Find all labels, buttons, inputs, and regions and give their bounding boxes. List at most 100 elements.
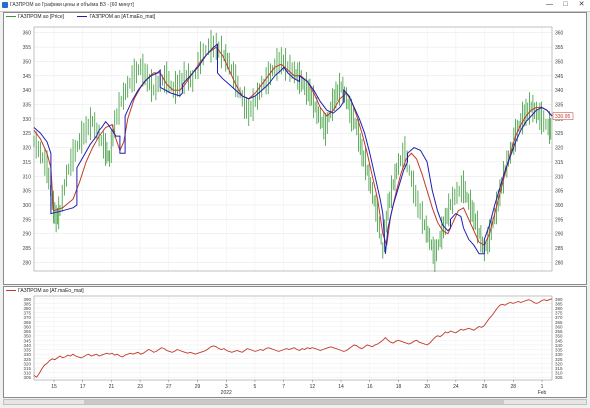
last-value-label: 330.95 <box>555 114 571 120</box>
y-tick-label-right: 300 <box>555 203 564 209</box>
y-tick-label-right: 345 <box>555 338 563 343</box>
y-tick-label-right: 375 <box>555 311 563 316</box>
x-year-label: 2022 <box>221 390 232 396</box>
y-tick-label-left: 355 <box>23 45 32 51</box>
y-tick-label-right: 325 <box>555 131 564 137</box>
y-tick-label-left: 280 <box>23 260 32 266</box>
x-tick-label: 5 <box>254 384 257 390</box>
x-tick-label: 26 <box>482 384 488 390</box>
x-tick-label: 20 <box>424 384 430 390</box>
y-tick-label-right: 350 <box>555 334 563 339</box>
y-tick-label-right: 390 <box>555 297 563 302</box>
close-button[interactable]: ✕ <box>574 0 589 10</box>
y-tick-label-left: 340 <box>23 343 31 348</box>
y-tick-label-left: 380 <box>23 306 31 311</box>
y-tick-label-right: 330 <box>555 352 563 357</box>
y-tick-label-right: 320 <box>555 361 563 366</box>
minimize-button[interactable]: — <box>542 0 557 10</box>
x-tick-label: 23 <box>137 384 143 390</box>
y-tick-label-right: 305 <box>555 189 564 195</box>
indicator-chart-panel[interactable]: ГАЗПРОМ ао [AT.maEo_mat] 305 305 310 310 315… <box>3 286 587 398</box>
y-tick-label-left: 305 <box>23 375 31 380</box>
y-tick-label-left: 320 <box>23 146 32 152</box>
y-tick-label-right: 335 <box>555 348 563 353</box>
horizontal-scrollbar[interactable] <box>3 399 587 405</box>
x-tick-label: 27 <box>166 384 172 390</box>
x-tick-label: 15 <box>51 384 57 390</box>
y-tick-label-left: 370 <box>23 315 31 320</box>
y-tick-label-left: 345 <box>23 338 31 343</box>
y-tick-label-right: 325 <box>555 357 563 362</box>
y-tick-label-left: 300 <box>23 203 32 209</box>
x-tick-label: 21 <box>109 384 115 390</box>
x-tick-label: 18 <box>396 384 402 390</box>
y-tick-label-right: 305 <box>555 375 563 380</box>
y-tick-label-left: 340 <box>23 88 32 94</box>
y-tick-label-left: 325 <box>23 357 31 362</box>
y-tick-label-right: 370 <box>555 315 563 320</box>
window-titlebar: ГАЗПРОМ ао Графики цены и объёма ВЗ - [6… <box>0 0 590 12</box>
y-tick-label-left: 305 <box>23 189 32 195</box>
maximize-button[interactable]: □ <box>558 0 573 10</box>
y-tick-label-right: 310 <box>555 371 563 376</box>
y-tick-label-right: 315 <box>555 160 564 166</box>
y-tick-label-left: 365 <box>23 320 31 325</box>
y-tick-label-right: 340 <box>555 343 563 348</box>
x-tick-label: 16 <box>367 384 373 390</box>
x-tick-label: 7 <box>282 384 285 390</box>
plot-area-border <box>33 295 553 381</box>
scrollbar-thumb[interactable] <box>84 400 504 404</box>
x-month-label: Feb <box>538 390 547 396</box>
y-tick-label-right: 315 <box>555 366 563 371</box>
y-tick-label-left: 310 <box>23 371 31 376</box>
y-tick-label-right: 290 <box>555 232 564 238</box>
y-tick-label-right: 365 <box>555 320 563 325</box>
y-tick-label-right: 380 <box>555 306 563 311</box>
y-tick-label-left: 310 <box>23 174 32 180</box>
y-tick-label-left: 330 <box>23 352 31 357</box>
y-tick-label-right: 360 <box>555 324 563 329</box>
y-tick-label-right: 295 <box>555 217 564 223</box>
y-tick-label-left: 350 <box>23 59 32 65</box>
y-tick-label-left: 330 <box>23 117 32 123</box>
y-tick-label-right: 340 <box>555 88 564 94</box>
y-tick-label-right: 335 <box>555 103 564 109</box>
y-tick-label-right: 320 <box>555 146 564 152</box>
price-chart-panel[interactable]: ГАЗПРОМ ао [Price] ГАЗПРОМ ао [AT.maEo_m… <box>3 12 587 285</box>
y-tick-label-left: 315 <box>23 160 32 166</box>
x-tick-label: 14 <box>338 384 344 390</box>
y-tick-label-right: 285 <box>555 246 564 252</box>
y-tick-label-right: 360 <box>555 31 564 37</box>
indicator-chart[interactable]: 305 305310 310315 315320 320325 325330 330335 3… <box>4 287 586 397</box>
y-tick-label-right: 345 <box>555 74 564 80</box>
y-tick-label-left: 285 <box>23 246 32 252</box>
y-tick-label-left: 315 <box>23 366 31 371</box>
y-tick-label-left: 335 <box>23 103 32 109</box>
y-tick-label-left: 385 <box>23 301 31 306</box>
price-chart[interactable]: 280 280 285 285 290 290 295 295 300 300 305 305 310 3… <box>4 13 586 284</box>
x-tick-label: 24 <box>453 384 459 390</box>
y-tick-label-left: 325 <box>23 131 32 137</box>
x-tick-label: 29 <box>195 384 201 390</box>
y-tick-label-right: 355 <box>555 329 563 334</box>
y-tick-label-right: 280 <box>555 260 564 266</box>
y-tick-label-left: 345 <box>23 74 32 80</box>
plot-area-border <box>33 26 553 272</box>
y-tick-label-left: 295 <box>23 217 32 223</box>
y-tick-label-right: 385 <box>555 301 563 306</box>
window-title: ГАЗПРОМ ао Графики цены и объёма ВЗ - [6… <box>10 2 134 8</box>
x-tick-label: 17 <box>80 384 86 390</box>
y-tick-label-left: 355 <box>23 329 31 334</box>
y-tick-label-right: 350 <box>555 59 564 65</box>
x-tick-label: 12 <box>310 384 316 390</box>
y-tick-label-left: 335 <box>23 348 31 353</box>
y-tick-label-left: 390 <box>23 297 31 302</box>
y-tick-label-left: 360 <box>23 31 32 37</box>
y-tick-label-left: 320 <box>23 361 31 366</box>
y-tick-label-left: 375 <box>23 311 31 316</box>
y-tick-label-right: 310 <box>555 174 564 180</box>
y-tick-label-left: 290 <box>23 232 32 238</box>
y-tick-label-right: 355 <box>555 45 564 51</box>
y-tick-label-left: 350 <box>23 334 31 339</box>
x-tick-label: 28 <box>511 384 517 390</box>
